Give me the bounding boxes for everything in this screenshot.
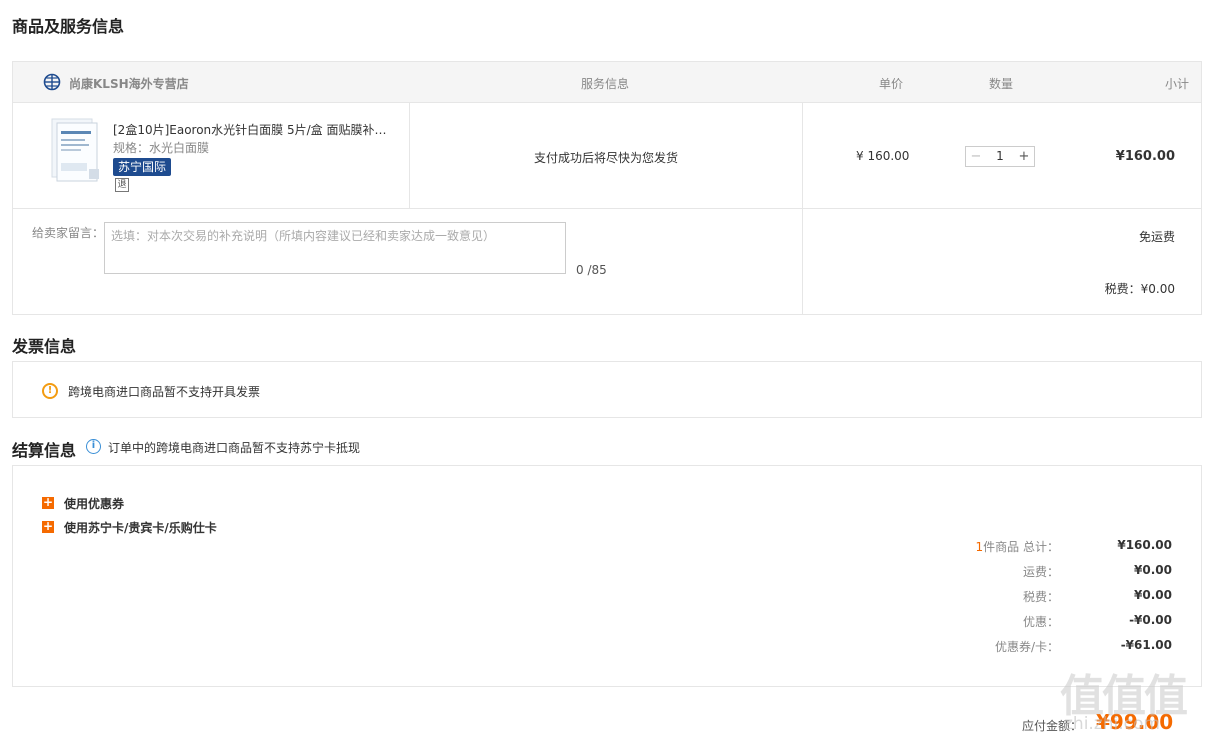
product-name-link[interactable]: [2盒10片]Eaoron水光针白面膜 5片/盒 面贴膜补水... (113, 121, 393, 138)
quantity-value[interactable]: 1 (986, 149, 1014, 163)
service-info: 支付成功后将尽快为您发货 (534, 151, 679, 165)
expand-plus-icon[interactable]: + (42, 520, 54, 533)
globe-icon (43, 73, 61, 91)
quantity-increase-button[interactable]: + (1015, 148, 1033, 166)
summary-discount-label: 优惠： (1022, 615, 1059, 629)
seller-message-input[interactable] (104, 222, 566, 274)
product-spec: 规格：水光白面膜 (113, 141, 210, 155)
settle-section-title: 结算信息 (12, 441, 77, 460)
header-quantity: 数量 (989, 77, 1014, 91)
invoice-notice: 跨境电商进口商品暂不支持开具发票 (68, 385, 261, 399)
header-unit-price: 单价 (879, 77, 904, 91)
summary-coupon-value: -¥61.00 (1120, 638, 1172, 652)
info-icon: i (86, 439, 101, 454)
quantity-stepper: − 1 + (965, 146, 1035, 167)
summary-tax-label: 税费： (1022, 590, 1059, 604)
summary-shipping-label: 运费： (1022, 565, 1059, 579)
goods-table-header: 尚康KLSH海外专营店 服务信息 单价 数量 小计 (13, 62, 1201, 103)
item-count-label: 件商品 总计： (983, 540, 1059, 554)
warning-icon: ! (42, 383, 58, 399)
divider (409, 103, 410, 209)
summary-tax-value: ¥0.00 (1134, 588, 1172, 602)
expand-plus-icon[interactable]: + (42, 496, 54, 509)
product-thumbnail[interactable] (49, 117, 101, 183)
summary-total-label: 1件商品 总计： (976, 538, 1059, 555)
goods-section-title: 商品及服务信息 (12, 17, 125, 36)
goods-item-row: [2盒10片]Eaoron水光针白面膜 5片/盒 面贴膜补水... 规格：水光白… (13, 103, 1201, 315)
seller-message-label: 给卖家留言： (32, 226, 105, 240)
use-suning-card-toggle[interactable]: 使用苏宁卡/贵宾卡/乐购仕卡 (64, 519, 217, 536)
summary-total-value: ¥160.00 (1117, 538, 1172, 552)
seller-message-row: 给卖家留言： 0 /85 免运费 税费：¥0.00 (13, 209, 1201, 315)
summary-shipping-value: ¥0.00 (1134, 563, 1172, 577)
invoice-section-title: 发票信息 (12, 337, 77, 356)
quantity-decrease-button[interactable]: − (967, 148, 985, 166)
settle-panel: + 使用优惠券 + 使用苏宁卡/贵宾卡/乐购仕卡 1件商品 总计： ¥160.0… (12, 465, 1202, 687)
message-char-counter: 0 /85 (576, 263, 607, 277)
goods-panel: 尚康KLSH海外专营店 服务信息 单价 数量 小计 [2盒10片]Eaoron水… (12, 61, 1202, 315)
store-name-link[interactable]: 尚康KLSH海外专营店 (69, 75, 189, 92)
header-subtotal: 小计 (1164, 77, 1189, 91)
shipping-status: 免运费 (1138, 230, 1175, 244)
use-coupon-toggle[interactable]: 使用优惠券 (64, 495, 124, 512)
summary-discount-value: -¥0.00 (1129, 613, 1172, 627)
header-service: 服务信息 (581, 77, 630, 91)
invoice-panel: ! 跨境电商进口商品暂不支持开具发票 (12, 361, 1202, 418)
summary-coupon-label: 优惠券/卡： (994, 640, 1059, 654)
item-tax: 税费：¥0.00 (1104, 282, 1175, 296)
item-subtotal: ¥160.00 (1115, 149, 1175, 164)
watermark-site: zhi.zhi.com (1064, 714, 1160, 734)
settle-note: 订单中的跨境电商进口商品暂不支持苏宁卡抵现 (108, 441, 361, 455)
refund-icon: 退 (115, 178, 129, 192)
unit-price: ¥ 160.00 (856, 149, 910, 163)
suning-international-badge: 苏宁国际 (113, 158, 172, 176)
